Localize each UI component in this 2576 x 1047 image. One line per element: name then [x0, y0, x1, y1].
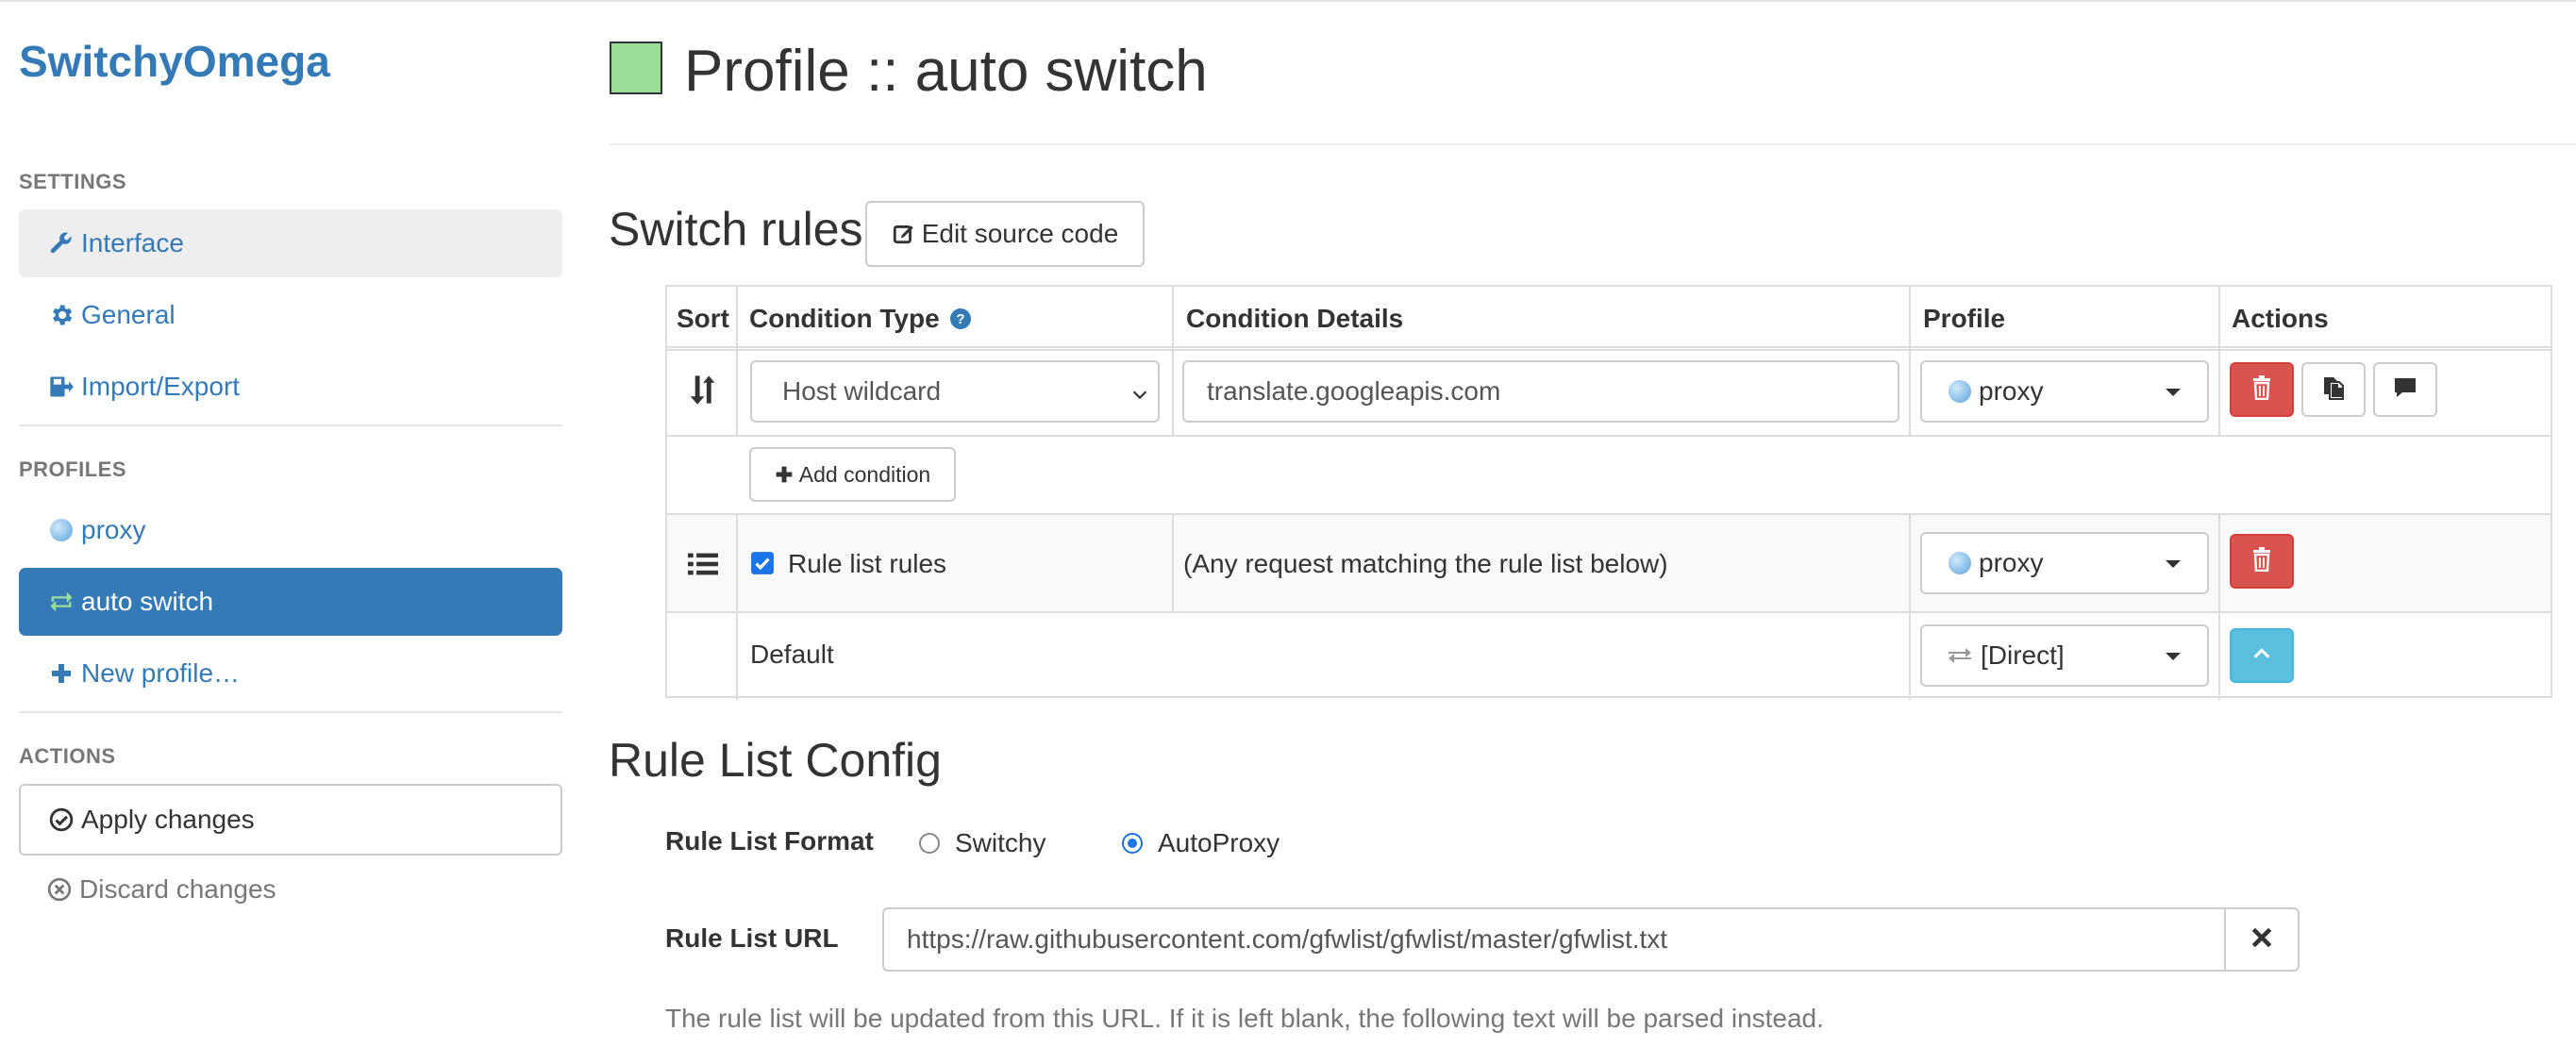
actions-header: ACTIONS	[19, 744, 116, 768]
discard-changes-button[interactable]: Discard changes	[47, 874, 276, 905]
move-up-button[interactable]	[2230, 628, 2294, 683]
rule-list-format-label: Rule List Format	[665, 826, 874, 856]
close-circle-icon	[47, 877, 72, 902]
chevron-up-icon	[2251, 643, 2272, 669]
rule-list-help-text: The rule list will be updated from this …	[665, 1004, 1824, 1033]
rule-list-details: (Any request matching the rule list belo…	[1183, 549, 1668, 578]
condition-type-select[interactable]: Host wildcard	[750, 360, 1160, 423]
condition-type-header-label: Condition Type	[749, 304, 940, 333]
sidebar-item-label: Import/Export	[81, 372, 241, 401]
format-option-label: Switchy	[955, 828, 1046, 857]
switch-rules-heading: Switch rules	[609, 203, 863, 256]
clear-url-button[interactable]	[2224, 907, 2300, 972]
sidebar-item-proxy[interactable]: proxy	[19, 496, 562, 564]
sort-handle-icon[interactable]	[688, 374, 716, 410]
sidebar-item-label: proxy	[81, 515, 146, 544]
import-export-icon	[47, 373, 75, 401]
comment-rule-button[interactable]	[2373, 362, 2437, 417]
sidebar-item-label: New profile…	[81, 658, 241, 688]
radio-switchy[interactable]	[919, 833, 940, 854]
globe-icon	[1949, 380, 1971, 403]
format-option-switchy[interactable]: Switchy	[919, 828, 1045, 858]
gear-icon	[47, 301, 75, 329]
svg-text:?: ?	[956, 311, 964, 327]
switch-rules-table: Sort Condition Type ? Condition Details …	[665, 285, 2552, 700]
radio-autoproxy[interactable]	[1122, 833, 1143, 854]
rule-list-profile-value: proxy	[1979, 548, 2044, 577]
format-option-autoproxy[interactable]: AutoProxy	[1122, 828, 1280, 858]
apply-changes-button[interactable]: Apply changes	[19, 784, 562, 856]
caret-down-icon	[2166, 653, 2181, 660]
caret-down-icon	[2166, 389, 2181, 396]
close-icon	[2250, 925, 2274, 955]
profile-color-swatch[interactable]	[610, 42, 662, 94]
column-header-condition-type: Condition Type ?	[749, 304, 972, 334]
rule-list-url-label: Rule List URL	[665, 923, 839, 953]
wrench-icon	[47, 229, 75, 258]
profiles-header: PROFILES	[19, 457, 127, 481]
plus-icon	[47, 659, 75, 688]
rule-profile-select[interactable]: proxy	[1920, 360, 2209, 423]
rule-list-label: Rule list rules	[788, 549, 947, 578]
column-header-sort: Sort	[677, 304, 729, 333]
edit-icon	[892, 222, 916, 246]
column-header-actions: Actions	[2232, 304, 2329, 333]
rule-list-url-input[interactable]: https://raw.githubusercontent.com/gfwlis…	[882, 907, 2226, 972]
caret-down-icon	[2166, 560, 2181, 568]
sidebar-item-import-export[interactable]: Import/Export	[19, 353, 562, 421]
copy-icon	[2322, 375, 2345, 405]
delete-rule-button[interactable]	[2230, 362, 2294, 417]
edit-source-code-button[interactable]: Edit source code	[865, 201, 1145, 267]
trash-icon	[2250, 546, 2273, 576]
rule-list-config-heading: Rule List Config	[609, 734, 942, 787]
column-header-condition-details: Condition Details	[1186, 304, 1404, 333]
default-profile-value: [Direct]	[1981, 640, 2065, 670]
globe-icon	[47, 516, 75, 544]
sidebar-divider	[19, 424, 562, 426]
rule-list-checkbox[interactable]	[750, 551, 775, 580]
add-condition-button[interactable]: Add condition	[749, 447, 956, 502]
edit-source-code-label: Edit source code	[921, 219, 1119, 248]
format-option-label: AutoProxy	[1158, 828, 1280, 857]
page-title: Profile :: auto switch	[684, 39, 1208, 104]
help-icon[interactable]: ?	[949, 307, 972, 330]
sidebar-item-label: General	[81, 300, 176, 329]
direct-arrows-icon	[1947, 645, 1973, 666]
sidebar-item-interface[interactable]: Interface	[19, 209, 562, 277]
condition-type-value: Host wildcard	[782, 376, 942, 406]
plus-icon	[775, 465, 794, 484]
settings-header: SETTINGS	[19, 170, 127, 193]
trash-icon	[2250, 374, 2273, 405]
delete-rule-list-button[interactable]	[2230, 534, 2294, 589]
sidebar-item-general[interactable]: General	[19, 281, 562, 349]
sidebar-item-auto-switch[interactable]: auto switch	[19, 568, 562, 636]
sidebar-item-label: auto switch	[81, 587, 214, 616]
default-row-label: Default	[750, 640, 834, 669]
comment-icon	[2393, 376, 2417, 404]
condition-details-input[interactable]: translate.googleapis.com	[1182, 360, 1899, 423]
check-circle-icon	[49, 807, 74, 832]
apply-changes-label: Apply changes	[81, 805, 255, 834]
globe-icon	[1949, 552, 1971, 574]
rule-profile-value: proxy	[1979, 376, 2044, 406]
chevron-down-icon	[1129, 381, 1150, 411]
default-profile-select[interactable]: [Direct]	[1920, 624, 2209, 687]
sidebar-item-new-profile[interactable]: New profile…	[19, 640, 562, 707]
sidebar-divider	[19, 711, 562, 713]
duplicate-rule-button[interactable]	[2301, 362, 2366, 417]
app-brand[interactable]: SwitchyOmega	[19, 36, 330, 87]
switch-arrows-icon	[47, 588, 75, 616]
rule-list-profile-select[interactable]: proxy	[1920, 532, 2209, 594]
header-divider	[610, 143, 2576, 145]
add-condition-label: Add condition	[798, 461, 931, 487]
list-icon[interactable]	[688, 551, 718, 582]
sidebar-item-label: Interface	[81, 228, 184, 258]
column-header-profile: Profile	[1923, 304, 2006, 333]
discard-changes-label: Discard changes	[79, 874, 276, 904]
